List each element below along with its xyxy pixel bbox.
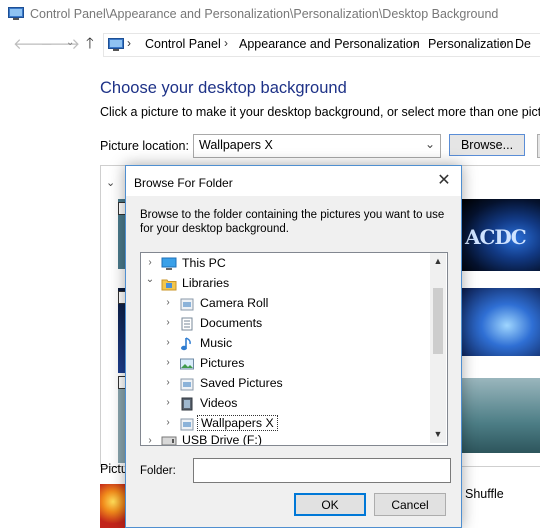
browse-button[interactable]: Browse... [449,134,525,156]
wallpaper-thumbnail[interactable] [462,288,540,356]
scroll-down-icon[interactable]: ▼ [430,426,446,443]
expand-icon[interactable]: › [163,297,173,308]
tree-item-libraries[interactable]: ⌄ Libraries [141,274,430,294]
tree-item-label: Videos [200,396,238,410]
expand-icon[interactable]: › [163,377,173,388]
tree-item-camera-roll[interactable]: › Camera Roll [141,294,430,314]
tree-item-label: Saved Pictures [200,376,283,390]
expand-icon[interactable]: › [163,397,173,408]
dialog-title: Browse For Folder [134,176,233,190]
tree-item-wallpapers-x[interactable]: › Wallpapers X [141,414,430,434]
breadcrumb-desktop-background[interactable]: De [515,37,531,51]
breadcrumb-appearance[interactable]: Appearance and Personalization [239,37,420,51]
collapse-icon[interactable]: ⌄ [145,274,155,285]
control-panel-icon [8,7,24,20]
picture-location-select[interactable]: Wallpapers X ⌄ [193,134,441,158]
breadcrumb-separator-icon: › [127,36,131,50]
wallpaper-thumbnail[interactable]: ACDC [462,199,540,271]
scroll-up-icon[interactable]: ▲ [430,253,446,270]
expand-icon[interactable]: › [163,317,173,328]
expand-icon[interactable]: › [163,417,173,428]
tree-item-label: Pictures [200,356,245,370]
videos-icon [181,397,193,411]
tree-item-this-pc[interactable]: › This PC [141,254,430,274]
close-icon[interactable]: ✕ [432,171,456,191]
page-instructions: Click a picture to make it your desktop … [100,105,540,119]
tree-item-saved-pictures[interactable]: › Saved Pictures [141,374,430,394]
tree-item-label: Camera Roll [200,296,269,310]
shuffle-label: Shuffle [465,487,504,501]
picture-location-value: Wallpapers X [199,138,273,152]
dialog-description: Browse to the folder containing the pict… [140,209,445,235]
acdc-logo-icon: ACDC [465,225,527,249]
tree-item-label: Libraries [182,276,230,290]
library-icon [180,418,194,431]
breadcrumb-control-panel[interactable]: Control Panel [145,37,221,51]
group-collapse-icon[interactable]: ⌄ [106,176,115,189]
picture-position-preview [100,484,126,528]
control-panel-icon [108,38,124,51]
tree-item-label: Music [200,336,233,350]
chevron-down-icon: ⌄ [424,137,435,151]
wallpaper-thumbnail[interactable] [462,378,540,453]
window-title-bar: Control Panel\Appearance and Personaliza… [0,0,540,28]
breadcrumb-separator-icon: › [224,36,228,50]
page-title: Choose your desktop background [100,79,347,97]
expand-icon[interactable]: › [163,337,173,348]
window-title: Control Panel\Appearance and Personaliza… [30,7,499,21]
music-icon [181,337,191,351]
expand-icon[interactable]: › [145,435,155,445]
tree-item-label: This PC [182,256,226,270]
dialog-title-bar: Browse For Folder ✕ [126,166,461,196]
computer-icon [161,257,177,270]
tree-item-label: Documents [200,316,263,330]
up-arrow-icon[interactable]: 🡑 [86,36,94,51]
breadcrumb-separator-icon: › [500,36,504,50]
picture-location-label: Picture location: [100,139,189,153]
libraries-folder-icon [161,279,177,291]
tree-item-music[interactable]: › Music [141,334,430,354]
scrollbar-thumb[interactable] [433,288,443,354]
usb-drive-icon [161,436,177,445]
picture-position-label: Pictu [100,462,128,476]
documents-icon [181,317,193,331]
tree-item-label: Wallpapers X [197,415,278,431]
folder-label: Folder: [140,465,176,477]
library-icon [180,378,194,391]
chevron-down-icon[interactable]: ⌄ [66,38,74,48]
ok-button[interactable]: OK [294,493,366,516]
tree-item-pictures[interactable]: › Pictures [141,354,430,374]
breadcrumb-separator-icon: › [413,36,417,50]
library-icon [180,298,194,311]
tree-item-usb-drive[interactable]: › USB Drive (F:) [141,433,430,446]
tree-item-documents[interactable]: › Documents [141,314,430,334]
tree-vertical-scrollbar[interactable]: ▲ ▼ [430,253,446,443]
pictures-icon [180,358,194,370]
tree-item-videos[interactable]: › Videos [141,394,430,414]
tree-item-label: USB Drive (F:) [182,433,262,446]
folder-input[interactable] [193,458,451,483]
cancel-button[interactable]: Cancel [374,493,446,516]
browse-for-folder-dialog: Browse For Folder ✕ Browse to the folder… [125,165,462,528]
folder-tree[interactable]: › This PC ⌄ Libraries › Camera Roll › Do… [140,252,448,446]
expand-icon[interactable]: › [145,257,155,268]
expand-icon[interactable]: › [163,357,173,368]
